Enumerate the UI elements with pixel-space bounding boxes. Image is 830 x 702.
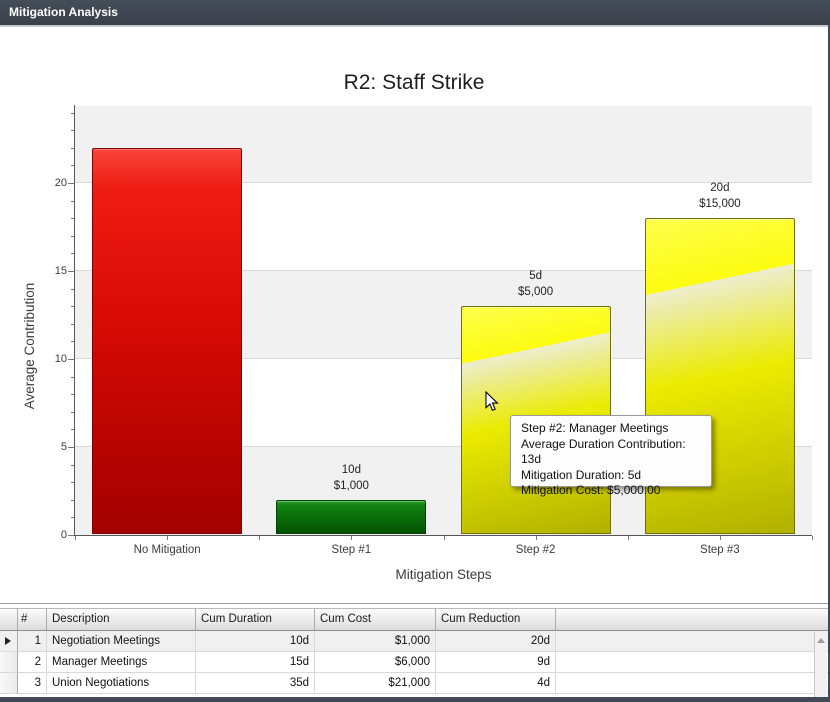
table-row[interactable]: 2Manager Meetings15d$6,0009d	[0, 652, 828, 673]
cell-number[interactable]: 1	[18, 631, 47, 652]
x-tick-label: Step #1	[281, 544, 421, 556]
column-header-row-selector[interactable]	[0, 609, 18, 630]
scrollbar-up-icon[interactable]	[817, 638, 825, 643]
bar-value-label: 10d$1,000	[281, 462, 421, 494]
column-header-cum-duration[interactable]: Cum Duration	[196, 609, 315, 630]
y-tick-label: 10	[37, 353, 67, 365]
bar-value-label: 5d$5,000	[466, 268, 606, 300]
y-tick-label: 0	[37, 529, 67, 541]
x-tick	[75, 536, 76, 540]
x-tick	[444, 536, 445, 540]
cell-number[interactable]: 3	[18, 673, 47, 694]
table-row[interactable]: 3Union Negotiations35d$21,0004d	[0, 673, 828, 694]
cell-cum-reduction[interactable]: 9d	[436, 652, 556, 673]
cell-description[interactable]: Manager Meetings	[47, 652, 196, 673]
bar-step-1[interactable]	[276, 500, 426, 534]
column-header-description[interactable]: Description	[47, 609, 196, 630]
x-tick	[259, 536, 260, 540]
column-header-cum-cost[interactable]: Cum Cost	[315, 609, 436, 630]
cell-cum-reduction[interactable]: 4d	[436, 673, 556, 694]
x-tick-label: Step #3	[650, 544, 790, 556]
y-axis-line	[74, 105, 75, 535]
cell-filler	[556, 652, 828, 673]
row-selector-cell[interactable]	[0, 673, 18, 694]
cell-number[interactable]: 2	[18, 652, 47, 673]
cell-cum-duration[interactable]: 15d	[196, 652, 315, 673]
window-bottom-border	[0, 697, 830, 702]
tooltip-line: Average Duration Contribution: 13d	[521, 437, 701, 468]
mouse-cursor-icon	[485, 391, 500, 418]
y-tick-label: 5	[37, 441, 67, 453]
y-tick-label: 15	[37, 265, 67, 277]
cell-cum-cost[interactable]: $1,000	[315, 631, 436, 652]
current-row-arrow-icon	[5, 637, 11, 645]
tooltip-line: Step #2: Manager Meetings	[521, 421, 701, 437]
window-titlebar[interactable]: Mitigation Analysis	[0, 0, 830, 25]
cell-cum-cost[interactable]: $21,000	[315, 673, 436, 694]
row-selector-cell[interactable]	[0, 652, 18, 673]
x-axis-title: Mitigation Steps	[75, 567, 812, 582]
cell-cum-cost[interactable]: $6,000	[315, 652, 436, 673]
x-tick	[536, 536, 537, 540]
x-tick-label: Step #2	[466, 544, 606, 556]
x-tick	[167, 536, 168, 540]
bar-tooltip: Step #2: Manager MeetingsAverage Duratio…	[510, 415, 712, 487]
bar-no-mitigation[interactable]	[92, 148, 242, 534]
y-tick-label: 20	[37, 177, 67, 189]
cell-filler	[556, 631, 828, 652]
mitigation-analysis-window: Mitigation Analysis R2: Staff Strike Fir…	[0, 0, 830, 702]
window-title: Mitigation Analysis	[9, 5, 118, 19]
plot-area: 0 5 10 15 20 No Mitigation 10d$1,000 Step #1 5d$…	[0, 0, 830, 604]
column-header-[interactable]: #	[18, 609, 47, 630]
x-tick	[720, 536, 721, 540]
x-tick-label: No Mitigation	[97, 544, 237, 556]
mitigation-steps-table: #DescriptionCum DurationCum CostCum Redu…	[0, 608, 828, 697]
table-row[interactable]: 1Negotiation Meetings10d$1,00020d	[0, 631, 828, 652]
x-tick	[628, 536, 629, 540]
cell-description[interactable]: Union Negotiations	[47, 673, 196, 694]
x-axis-line	[74, 535, 812, 536]
tooltip-line: Mitigation Cost: $5,000.00	[521, 483, 701, 499]
column-header-filler	[556, 609, 828, 630]
tooltip-line: Mitigation Duration: 5d	[521, 468, 701, 484]
cell-cum-duration[interactable]: 35d	[196, 673, 315, 694]
table-header-row: #DescriptionCum DurationCum CostCum Redu…	[0, 609, 828, 631]
cell-cum-reduction[interactable]: 20d	[436, 631, 556, 652]
titlebar-edge	[0, 25, 830, 27]
row-selector-cell[interactable]	[0, 631, 18, 652]
table-scrollbar[interactable]	[814, 632, 827, 698]
column-header-cum-reduction[interactable]: Cum Reduction	[436, 609, 556, 630]
x-tick	[351, 536, 352, 540]
x-tick	[812, 536, 813, 540]
cell-description[interactable]: Negotiation Meetings	[47, 631, 196, 652]
cell-filler	[556, 673, 828, 694]
cell-cum-duration[interactable]: 10d	[196, 631, 315, 652]
bar-value-label: 20d$15,000	[650, 180, 790, 212]
